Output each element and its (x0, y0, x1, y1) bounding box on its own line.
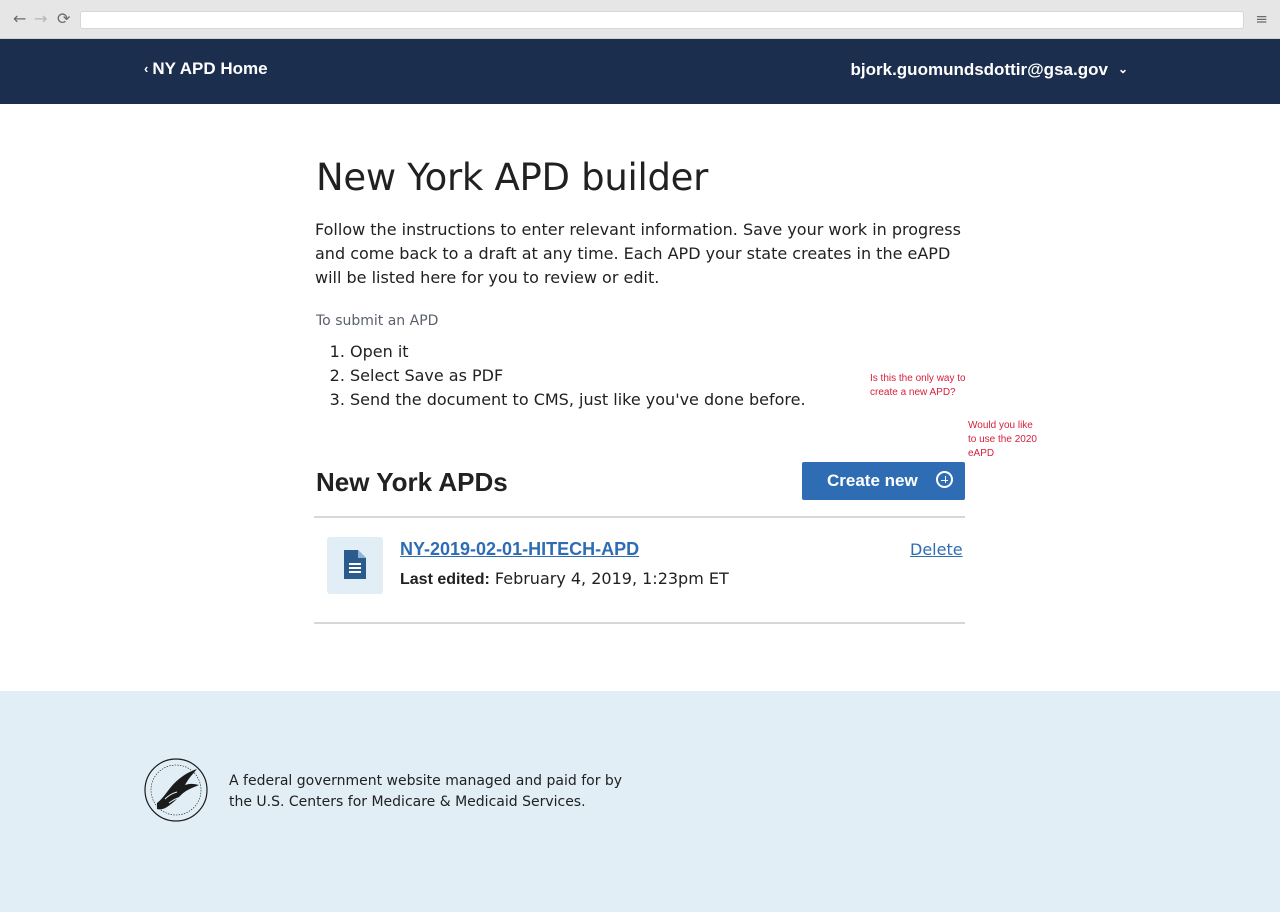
reload-icon[interactable]: ⟳ (57, 10, 70, 28)
last-edited-label: Last edited: (400, 571, 490, 588)
review-comment: Is this the only way to create a new APD… (870, 373, 966, 398)
chevron-down-icon: ⌄ (1117, 62, 1128, 76)
address-bar[interactable] (80, 11, 1244, 29)
apd-last-edited: Last edited: February 4, 2019, 1:23pm ET (400, 568, 729, 591)
submit-step: Open it (350, 340, 806, 364)
document-tile (327, 537, 383, 594)
apd-name-link[interactable]: NY-2019-02-01-HITECH-APD (400, 538, 639, 560)
plus-circle-icon (936, 471, 953, 488)
browser-menu-icon[interactable]: ≡ (1255, 10, 1268, 28)
browser-toolbar: ← → ⟳ ≡ (0, 0, 1280, 39)
hhs-eagle-logo (144, 758, 208, 822)
review-comment: Would you like to use the 2020 eAPD (968, 420, 1037, 459)
document-icon (344, 550, 366, 579)
chevron-left-icon: ‹ (144, 61, 149, 76)
home-link[interactable]: ‹ NY APD Home (144, 59, 268, 79)
submit-step: Send the document to CMS, just like you'… (350, 388, 806, 412)
intro-text: Follow the instructions to enter relevan… (315, 220, 961, 287)
page-title: New York APD builder (316, 156, 709, 199)
submit-step: Select Save as PDF (350, 364, 806, 388)
submit-instructions-label: To submit an APD (316, 313, 439, 329)
apds-heading: New York APDs (316, 467, 508, 497)
footer-text: A federal government website managed and… (229, 773, 623, 810)
user-menu[interactable]: bjork.guomundsdottir@gsa.gov ⌄ (851, 59, 1128, 80)
site-header: ‹ NY APD Home bjork.guomundsdottir@gsa.go… (0, 39, 1280, 104)
divider (314, 622, 965, 624)
site-footer: A federal government website managed and… (0, 691, 1280, 912)
create-new-button[interactable]: Create new (802, 462, 965, 500)
forward-arrow-icon[interactable]: → (34, 10, 47, 28)
delete-apd-link[interactable]: Delete (910, 539, 963, 561)
home-link-label: NY APD Home (152, 59, 268, 78)
apd-list-item: NY-2019-02-01-HITECH-APD Last edited: Fe… (315, 518, 965, 622)
user-email: bjork.guomundsdottir@gsa.gov (850, 60, 1108, 79)
create-new-label: Create new (827, 471, 918, 490)
last-edited-value: February 4, 2019, 1:23pm ET (494, 569, 729, 588)
submit-steps-list: Open it Select Save as PDF Send the docu… (315, 340, 806, 412)
back-arrow-icon[interactable]: ← (13, 10, 26, 28)
